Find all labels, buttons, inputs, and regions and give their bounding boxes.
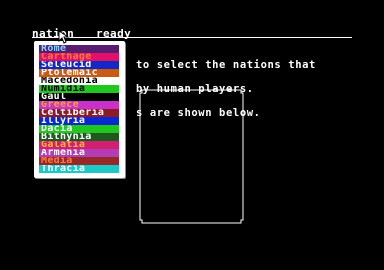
nation-item-thracia[interactable]: Thracia bbox=[39, 165, 119, 173]
instruction-line: to select the nations that bbox=[136, 59, 316, 71]
mouse-pointer-icon bbox=[58, 30, 70, 44]
nation-item-bithynia[interactable]: Bithynia bbox=[39, 133, 119, 141]
nation-item-celtiberia[interactable]: Celtiberia bbox=[39, 109, 119, 117]
nation-dropdown-panel: Rome Carthage Seleucid Ptolemaic Macedonia Nu… bbox=[34, 41, 125, 178]
nation-item-gaul[interactable]: Gaul bbox=[39, 93, 119, 101]
nation-item-galatia[interactable]: Galatia bbox=[39, 141, 119, 149]
nation-item-rome[interactable]: Rome bbox=[39, 45, 119, 53]
nation-item-dacia[interactable]: Dacia bbox=[39, 125, 119, 133]
nation-item-macedonia[interactable]: Macedonia bbox=[39, 77, 119, 85]
nation-item-numidia[interactable]: Numidia bbox=[39, 85, 119, 93]
nation-item-illyria[interactable]: Illyria bbox=[39, 117, 119, 125]
nation-item-greece[interactable]: Greece bbox=[39, 101, 119, 109]
nation-item-seleucid[interactable]: Seleucid bbox=[39, 61, 119, 69]
nation-display-frame bbox=[139, 89, 244, 224]
nation-item-carthage[interactable]: Carthage bbox=[39, 53, 119, 61]
nation-item-ptolemaic[interactable]: Ptolemaic bbox=[39, 69, 119, 77]
nation-item-armenia[interactable]: Armenia bbox=[39, 149, 119, 157]
nation-list: Rome Carthage Seleucid Ptolemaic Macedonia Nu… bbox=[39, 45, 119, 173]
nation-item-media[interactable]: Media bbox=[39, 157, 119, 165]
menu-bar-underline bbox=[32, 37, 352, 38]
